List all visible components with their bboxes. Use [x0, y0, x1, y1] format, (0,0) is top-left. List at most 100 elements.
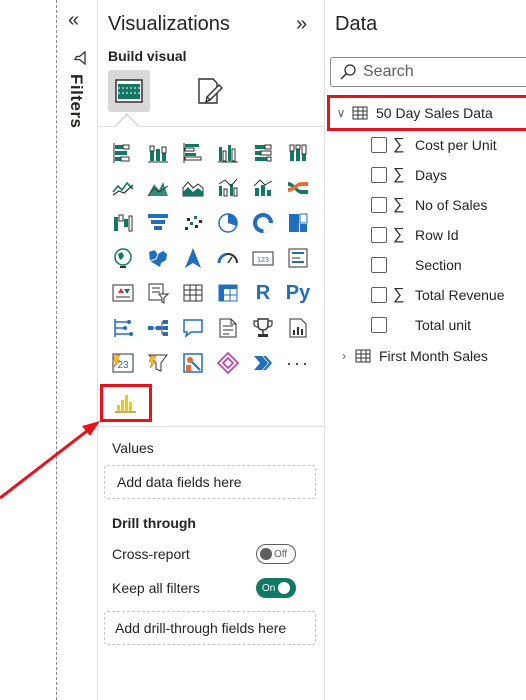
report-canvas-edge — [0, 0, 58, 700]
smart-narrative-icon[interactable] — [211, 311, 245, 345]
key-influencers-icon[interactable] — [106, 311, 140, 345]
stacked-column-chart-icon[interactable] — [141, 136, 175, 170]
stacked-bar-chart-icon[interactable] — [106, 136, 140, 170]
toggle-state-label: On — [262, 582, 276, 594]
multi-row-card-icon[interactable] — [281, 241, 315, 275]
field-name: Row Id — [415, 227, 459, 243]
card-icon[interactable]: 123 — [246, 241, 280, 275]
chevron-visual-icon[interactable] — [246, 346, 280, 380]
field-row[interactable]: Section — [371, 250, 526, 280]
table-name: First Month Sales — [379, 348, 488, 364]
field-row[interactable]: Total unit — [371, 310, 526, 340]
map-icon[interactable] — [106, 241, 140, 275]
table-first-month-sales[interactable]: › First Month Sales — [330, 341, 526, 371]
line-chart-icon[interactable] — [106, 171, 140, 205]
area-chart-icon[interactable] — [141, 171, 175, 205]
values-label: Values — [112, 440, 154, 456]
sigma-icon: ∑ — [393, 226, 405, 243]
double-chevron-right-icon[interactable]: » — [296, 13, 307, 36]
qa-icon[interactable] — [176, 311, 210, 345]
search-icon — [340, 64, 356, 80]
field-checkbox[interactable] — [371, 227, 387, 243]
filters-label[interactable]: Filters — [66, 74, 86, 129]
field-row[interactable]: ∑ Total Revenue — [371, 280, 526, 310]
imported-custom-visual-button[interactable] — [100, 384, 152, 422]
values-drop-zone[interactable]: Add data fields here — [104, 465, 316, 499]
table-50-day-sales-data[interactable]: ∨ 50 Day Sales Data — [327, 95, 526, 131]
chevron-down-icon[interactable]: ∨ — [334, 106, 348, 120]
clustered-column-chart-icon[interactable] — [211, 136, 245, 170]
field-name: Section — [415, 257, 462, 273]
toggle-knob — [260, 548, 272, 560]
drill-through-title: Drill through — [112, 515, 196, 531]
table-icon[interactable] — [176, 276, 210, 310]
waterfall-chart-icon[interactable] — [106, 206, 140, 240]
chevron-right-icon[interactable]: › — [337, 349, 351, 363]
field-checkbox[interactable] — [371, 167, 387, 183]
100-stacked-column-chart-icon[interactable] — [281, 136, 315, 170]
ribbon-chart-icon[interactable] — [281, 171, 315, 205]
line-clustered-column-icon[interactable] — [211, 171, 245, 205]
keep-all-filters-label: Keep all filters — [112, 580, 200, 596]
slicer-icon[interactable] — [141, 276, 175, 310]
canvas-border — [56, 0, 57, 700]
field-name: Cost per Unit — [415, 137, 497, 153]
field-name: Total Revenue — [415, 287, 505, 303]
field-checkbox[interactable] — [371, 287, 387, 303]
custom-visual-icon[interactable] — [176, 346, 210, 380]
field-row[interactable]: ∑ Row Id — [371, 220, 526, 250]
double-chevron-left-icon[interactable]: « — [68, 10, 79, 30]
build-visual-label: Build visual — [108, 48, 187, 64]
sigma-icon: ∑ — [393, 166, 405, 183]
sigma-icon: ∑ — [393, 136, 405, 153]
funnel-chart-icon[interactable] — [141, 206, 175, 240]
python-visual-icon[interactable]: Py — [281, 276, 315, 310]
field-row[interactable]: ∑ No of Sales — [371, 190, 526, 220]
field-checkbox[interactable] — [371, 317, 387, 333]
cross-report-toggle[interactable]: Off — [256, 544, 296, 564]
treemap-icon[interactable] — [281, 206, 315, 240]
svg-text:23: 23 — [117, 360, 129, 371]
svg-text:123: 123 — [257, 257, 269, 264]
diamond-visual-icon[interactable] — [211, 346, 245, 380]
filled-map-icon[interactable] — [141, 241, 175, 275]
build-visual-icon[interactable] — [108, 70, 150, 112]
100-stacked-bar-chart-icon[interactable] — [246, 136, 280, 170]
metrics-icon[interactable] — [246, 311, 280, 345]
donut-chart-icon[interactable] — [246, 206, 280, 240]
data-title: Data — [335, 13, 378, 35]
visualizations-title: Visualizations — [108, 13, 230, 35]
search-input[interactable]: Search — [330, 57, 526, 87]
scatter-chart-icon[interactable] — [176, 206, 210, 240]
table-icon — [352, 105, 368, 121]
power-automate-icon[interactable] — [141, 346, 175, 380]
kpi-icon[interactable] — [106, 276, 140, 310]
azure-map-icon[interactable] — [176, 241, 210, 275]
field-checkbox[interactable] — [371, 197, 387, 213]
search-placeholder: Search — [363, 63, 414, 80]
data-pane: Data Search ∨ 50 Day Sales Data ∑ Cost p… — [325, 0, 526, 700]
gauge-icon[interactable] — [211, 241, 245, 275]
power-apps-icon[interactable]: 23 — [106, 346, 140, 380]
paginated-report-icon[interactable] — [281, 311, 315, 345]
decomposition-tree-icon[interactable] — [141, 311, 175, 345]
field-name: Total unit — [415, 317, 472, 333]
clustered-bar-chart-icon[interactable] — [176, 136, 210, 170]
keep-all-filters-toggle[interactable]: On — [256, 578, 296, 598]
format-visual-icon[interactable] — [188, 70, 230, 112]
field-row[interactable]: ∑ Cost per Unit — [371, 130, 526, 160]
pie-chart-icon[interactable] — [211, 206, 245, 240]
r-visual-icon[interactable]: R — [246, 276, 280, 310]
stacked-area-chart-icon[interactable] — [176, 171, 210, 205]
drill-through-drop-zone[interactable]: Add drill-through fields here — [104, 611, 316, 645]
more-visuals-icon[interactable]: ··· — [281, 346, 315, 380]
visualizations-pane: Visualizations » Build visual 123 R Py 2… — [98, 0, 325, 700]
field-checkbox[interactable] — [371, 137, 387, 153]
sigma-icon: ∑ — [393, 196, 405, 213]
funnel-icon — [73, 50, 86, 66]
line-stacked-column-icon[interactable] — [246, 171, 280, 205]
field-row[interactable]: ∑ Days — [371, 160, 526, 190]
cross-report-label: Cross-report — [112, 546, 190, 562]
field-checkbox[interactable] — [371, 257, 387, 273]
matrix-icon[interactable] — [211, 276, 245, 310]
